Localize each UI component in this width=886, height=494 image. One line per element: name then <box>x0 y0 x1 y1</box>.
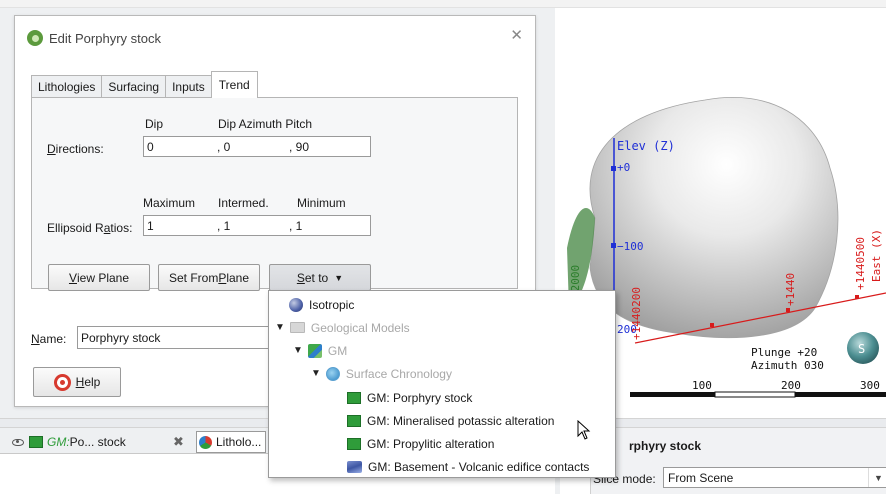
help-lifebuoy-icon <box>53 373 71 391</box>
scale-tick-1: 200 <box>781 379 801 392</box>
name-label: Name: <box>31 332 67 346</box>
ellipsoid-ratios-label: Ellipsoid Ratios: <box>47 221 133 235</box>
menu-item-geological-models: ▼ Geological Models <box>275 320 410 335</box>
menu-item-mineralised-potassic-alteration[interactable]: GM: Mineralised potassic alteration <box>347 410 554 431</box>
properties-title: rphyry stock <box>629 439 702 453</box>
tab-gm-porphyry-stock[interactable]: GM: Po... stock <box>12 431 126 453</box>
compass-ball[interactable]: S <box>847 332 879 364</box>
trend-panel: Dip Dip Azimuth Pitch Directions: 0 , 0 … <box>31 97 518 291</box>
properties-panel: rphyry stock Slice mode: From Scene ▼ <box>590 428 886 494</box>
scale-tick-0: 100 <box>692 379 712 392</box>
menu-item-gm: ▼ GM <box>293 343 348 358</box>
tab-lithologies-view[interactable]: Litholo... <box>196 431 267 453</box>
leapfrog-app-icon <box>27 30 43 46</box>
tab-lithologies[interactable]: Lithologies <box>31 75 103 97</box>
compass-letter: S <box>858 342 865 356</box>
folder-icon <box>289 322 305 333</box>
dialog-tabs: Lithologies Surfacing Inputs Trend <box>31 71 258 98</box>
intermed-header: Intermed. <box>218 196 269 210</box>
expand-triangle-icon: ▼ <box>311 368 321 379</box>
lithology-volume-icon <box>347 391 361 404</box>
plunge-readout: Plunge +20 <box>751 346 817 359</box>
elev-tick-1: −100 <box>617 240 644 253</box>
scale-bar <box>630 391 886 398</box>
north-tick-0: +1440200 <box>630 287 643 340</box>
eye-icon <box>12 438 24 446</box>
menu-item-surface-chronology: ▼ Surface Chronology <box>311 366 452 381</box>
slice-mode-select[interactable]: From Scene ▼ <box>663 467 886 488</box>
elev-axis-label: Elev (Z) <box>617 139 675 153</box>
lithologies-icon <box>199 435 212 449</box>
set-from-plane-button[interactable]: Set From Plane <box>158 264 260 291</box>
dip-header: Dip <box>145 117 164 131</box>
directions-label: Directions: <box>47 142 104 156</box>
ellipsoid-field[interactable]: 1 , 1 , 1 <box>143 215 371 236</box>
maximum-header: Maximum <box>143 196 196 210</box>
chevron-down-icon: ▼ <box>868 468 886 487</box>
geological-model-icon <box>307 343 322 358</box>
scale-tick-2: 300 <box>860 379 880 392</box>
east-axis-label: East (X) <box>870 229 883 282</box>
elev-tick-0: +0 <box>617 161 630 174</box>
menu-item-basement-volcanic-contacts[interactable]: GM: Basement - Volcanic edifice contacts <box>347 456 589 477</box>
intermed-value: , 1 <box>217 218 231 233</box>
dialog-title-bar: Edit Porphyry stock <box>27 28 161 48</box>
close-tab-icon[interactable]: ✖ <box>173 431 184 453</box>
chevron-down-icon: ▼ <box>334 272 344 283</box>
lithology-volume-icon <box>347 437 361 450</box>
menu-item-isotropic[interactable]: Isotropic <box>289 294 354 315</box>
tab-surfacing[interactable]: Surfacing <box>101 75 167 97</box>
top-strip <box>0 0 886 8</box>
menu-item-porphyry-stock[interactable]: GM: Porphyry stock <box>347 387 472 408</box>
dip-azimuth-value: , 0 <box>217 139 231 154</box>
maximum-value: 1 <box>147 218 154 233</box>
menu-item-propylitic-alteration[interactable]: GM: Propylitic alteration <box>347 433 494 454</box>
dialog-title: Edit Porphyry stock <box>49 30 161 46</box>
expand-triangle-icon: ▼ <box>293 345 303 356</box>
close-icon[interactable]: ✕ <box>510 26 523 44</box>
minimum-header: Minimum <box>297 196 346 210</box>
lithology-volume-icon <box>29 436 43 448</box>
north-tick-1: +1440 <box>784 273 797 306</box>
tab-trend[interactable]: Trend <box>210 71 258 98</box>
tab-inputs[interactable]: Inputs <box>165 75 212 97</box>
minimum-value: , 1 <box>289 218 303 233</box>
dip-value: 0 <box>147 139 154 154</box>
contact-surface-icon <box>347 460 362 473</box>
globe-icon <box>289 297 303 312</box>
mouse-pointer-icon <box>577 420 591 440</box>
set-to-button[interactable]: Set to ▼ <box>269 264 371 291</box>
set-to-menu: Isotropic ▼ Geological Models ▼ GM ▼ Sur… <box>268 290 616 478</box>
pitch-value: , 90 <box>289 139 310 154</box>
help-button[interactable]: Help <box>33 367 121 397</box>
surface-chronology-icon <box>325 366 340 381</box>
view-plane-button[interactable]: View Plane <box>48 264 150 291</box>
directions-field[interactable]: 0 , 0 , 90 <box>143 136 371 157</box>
expand-triangle-icon: ▼ <box>275 322 285 333</box>
azimuth-readout: Azimuth 030 <box>751 359 824 372</box>
lithology-volume-icon <box>347 414 361 427</box>
name-input[interactable]: Porphyry stock <box>77 326 270 349</box>
azimuth-pitch-header: Dip Azimuth Pitch <box>218 117 313 131</box>
north-tick-2: +1440500 <box>854 237 867 290</box>
